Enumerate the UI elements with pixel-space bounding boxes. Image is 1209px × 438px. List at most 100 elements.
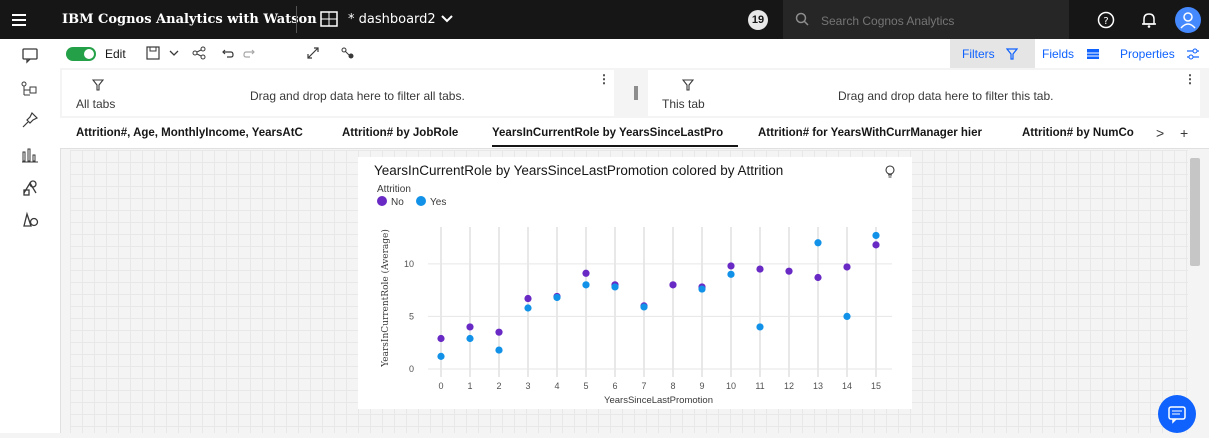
point-yes (727, 270, 735, 278)
save-icon[interactable] (146, 46, 160, 65)
point-no (611, 281, 619, 289)
scatter-plot: 05100 1 2 3 4 5 6 7 8 9 10 11 12 13 14 15YearsSinceLast… (380, 227, 892, 406)
x-tick-label: 5 (583, 381, 588, 391)
x-tick-label: 10 (726, 381, 736, 391)
left-navigation-rail (0, 39, 61, 433)
x-tick-label: 2 (496, 381, 501, 391)
tab-attrition-manager[interactable]: Attrition# for YearsWithCurrManager hier (758, 127, 996, 139)
tab-attrition-age[interactable]: Attrition#, Age, MonthlyIncome, YearsAtC (76, 127, 312, 139)
y-tick-label: 10 (404, 259, 414, 269)
point-yes (611, 283, 619, 291)
point-no (495, 328, 503, 336)
this-tab-filter-panel[interactable]: This tab Drag and drop data here to filt… (648, 70, 1200, 116)
y-axis-label: YearsInCurrentRole (Average) (380, 229, 391, 368)
assistant-icon[interactable] (21, 211, 39, 229)
canvas-scrollbar[interactable] (1188, 150, 1202, 433)
redo-icon[interactable] (243, 46, 257, 65)
point-yes (466, 334, 474, 343)
tab-yearsincurrentrole[interactable]: YearsInCurrentRole by YearsSinceLastPro (492, 127, 738, 147)
x-tick-label: 13 (813, 381, 823, 391)
point-no (437, 334, 445, 343)
this-tab-more-icon[interactable]: ⋮ (1184, 72, 1196, 86)
point-no (640, 302, 648, 310)
notification-badge[interactable]: 19 (748, 10, 768, 30)
all-tabs-hint: Drag and drop data here to filter all ta… (250, 89, 465, 103)
assets-icon[interactable] (21, 179, 39, 197)
chat-button[interactable] (1158, 395, 1196, 433)
filter-icon[interactable] (1005, 47, 1019, 65)
search-icon (795, 12, 809, 31)
all-tabs-more-icon[interactable]: ⋮ (598, 72, 610, 86)
chart-title: YearsInCurrentRole by YearsSinceLastProm… (374, 163, 784, 178)
filters-button[interactable]: Filters (962, 47, 995, 61)
fields-icon[interactable] (1086, 47, 1100, 65)
point-no (669, 281, 677, 289)
x-tick-label: 12 (784, 381, 794, 391)
point-no (698, 283, 706, 291)
edit-toggle[interactable] (66, 47, 96, 61)
point-no (872, 241, 880, 249)
panel-resize-handle[interactable] (634, 86, 638, 100)
point-yes (872, 231, 880, 240)
scrollbar-thumb[interactable] (1190, 158, 1200, 266)
point-yes (814, 239, 822, 247)
hamburger-menu-icon[interactable] (10, 11, 30, 29)
properties-icon[interactable] (1186, 47, 1200, 65)
tab-attrition-jobrole[interactable]: Attrition# by JobRole (342, 127, 472, 139)
chevron-down-icon[interactable] (168, 46, 180, 65)
point-yes (843, 312, 851, 321)
dashboard-tabs: Attrition#, Age, MonthlyIncome, YearsAtC… (60, 118, 1209, 149)
this-tab-hint: Drag and drop data here to filter this t… (838, 89, 1054, 103)
tab-attrition-numco[interactable]: Attrition# by NumCo (1022, 127, 1140, 139)
properties-button[interactable]: Properties (1120, 47, 1175, 61)
x-tick-label: 7 (641, 381, 646, 391)
tab-scroll-right-icon[interactable]: > (1156, 125, 1164, 141)
share-icon[interactable] (192, 46, 206, 65)
pin-icon[interactable] (21, 111, 39, 129)
all-tabs-filter-panel[interactable]: All tabs Drag and drop data here to filt… (62, 70, 614, 116)
x-tick-label: 1 (467, 381, 472, 391)
chart-widget[interactable]: YearsInCurrentRole by YearsSinceLastProm… (358, 157, 912, 409)
comment-icon[interactable] (21, 46, 39, 64)
filter-icon (91, 78, 105, 96)
expand-icon[interactable] (306, 46, 320, 65)
point-yes (495, 346, 503, 354)
fields-button[interactable]: Fields (1042, 47, 1074, 61)
legend-item-yes[interactable]: Yes (416, 196, 446, 208)
x-axis-label: YearsSinceLastPromotion (604, 395, 713, 406)
edit-label: Edit (105, 47, 126, 61)
legend-title: Attrition (377, 184, 411, 195)
help-icon[interactable]: ? (1097, 11, 1115, 34)
dashboard-name[interactable]: * dashboard2 (348, 12, 436, 27)
undo-icon[interactable] (220, 46, 234, 65)
edit-toolbar: Edit Filters Fields Properties (60, 39, 1209, 69)
legend-swatch-no (377, 196, 387, 206)
legend-swatch-yes (416, 196, 426, 206)
notifications-bell-icon[interactable] (1140, 11, 1158, 34)
point-yes (524, 304, 532, 312)
x-tick-label: 4 (554, 381, 559, 391)
user-avatar[interactable] (1175, 7, 1201, 33)
legend-item-no[interactable]: No (377, 196, 404, 208)
point-no (524, 294, 532, 303)
point-yes (698, 285, 706, 293)
point-no (466, 323, 474, 331)
x-tick-label: 11 (755, 381, 764, 391)
lightbulb-icon[interactable] (884, 165, 896, 184)
drill-icon[interactable] (340, 46, 356, 65)
divider (296, 6, 297, 33)
x-tick-label: 15 (871, 381, 881, 391)
point-no (582, 269, 590, 277)
search-input[interactable] (819, 10, 1063, 32)
data-tree-icon[interactable] (21, 81, 39, 99)
add-tab-icon[interactable]: + (1180, 125, 1188, 141)
chevron-down-icon[interactable] (440, 12, 454, 31)
point-no (785, 267, 793, 275)
top-bar: IBM Cognos Analytics with Watson * dashb… (0, 0, 1209, 39)
legend-label-yes: Yes (430, 197, 447, 208)
search-box[interactable] (783, 0, 1069, 39)
visualizations-icon[interactable] (21, 146, 39, 164)
x-tick-label: 9 (699, 381, 704, 391)
point-yes (582, 281, 590, 289)
point-yes (756, 323, 764, 331)
